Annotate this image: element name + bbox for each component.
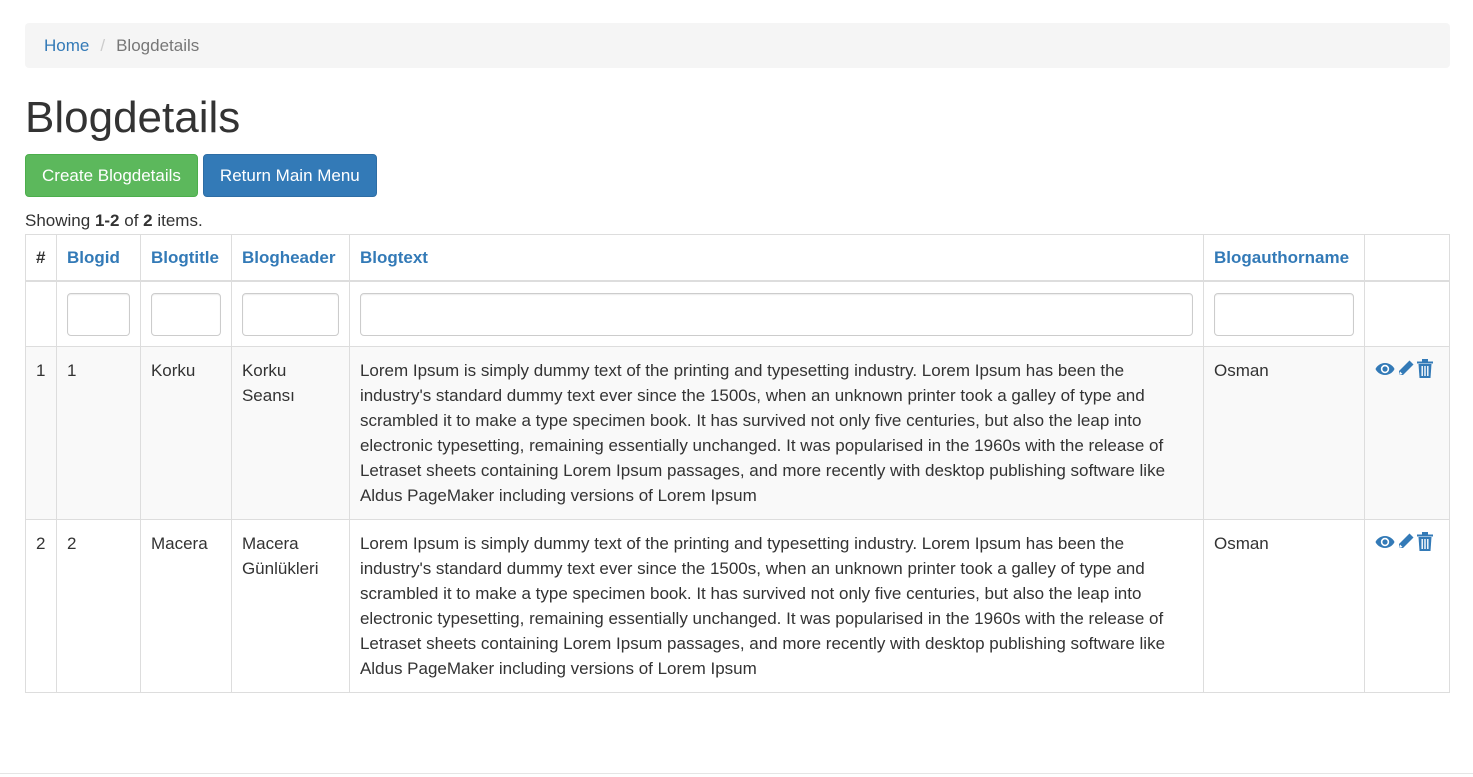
- header-blogid: Blogid: [55, 234, 141, 282]
- table-row: 2 2 Macera Macera Günlükleri Lorem Ipsum…: [25, 519, 1451, 693]
- header-blogheader: Blogheader: [230, 234, 350, 282]
- pencil-icon[interactable]: [1397, 359, 1415, 384]
- sort-blogauthorname-link[interactable]: Blogauthorname: [1214, 248, 1349, 267]
- action-buttons: Create Blogdetails Return Main Menu: [25, 154, 377, 197]
- header-blogauthorname: Blogauthorname: [1202, 234, 1365, 282]
- breadcrumb-home-link[interactable]: Home: [44, 36, 89, 56]
- cell-blogid: 2: [55, 519, 141, 693]
- header-blogtitle: Blogtitle: [139, 234, 232, 282]
- filter-row: [25, 280, 1451, 347]
- header-blogtext: Blogtext: [348, 234, 1204, 282]
- eye-icon[interactable]: [1375, 532, 1395, 557]
- table-row: 1 1 Korku Korku Seansı Lorem Ipsum is si…: [25, 346, 1451, 520]
- cell-blogtitle: Korku: [139, 346, 232, 520]
- summary-middle: of: [119, 211, 144, 230]
- pencil-icon[interactable]: [1397, 532, 1415, 557]
- cell-blogauthorname: Osman: [1202, 519, 1365, 693]
- sort-blogtitle-link[interactable]: Blogtitle: [151, 248, 219, 267]
- summary-total: 2: [143, 211, 153, 230]
- header-actions: [1363, 234, 1451, 282]
- filter-cell-blogheader: [230, 280, 350, 347]
- cell-index: 1: [25, 346, 57, 520]
- cell-blogauthorname: Osman: [1202, 346, 1365, 520]
- eye-icon[interactable]: [1375, 359, 1395, 384]
- blogdetails-grid: # Blogid Blogtitle Blogheader Blogtext B…: [25, 234, 1451, 693]
- filter-cell-blogtext: [348, 280, 1204, 347]
- header-index: #: [25, 234, 57, 282]
- filter-cell-blogtitle: [139, 280, 232, 347]
- sort-blogheader-link[interactable]: Blogheader: [242, 248, 336, 267]
- breadcrumb: Home / Blogdetails: [25, 23, 1450, 68]
- filter-cell-actions: [1363, 280, 1451, 347]
- page-container: Home / Blogdetails Blogdetails Create Bl…: [25, 23, 1451, 693]
- cell-blogid: 1: [55, 346, 141, 520]
- filter-blogid-input[interactable]: [66, 292, 130, 336]
- cell-actions: [1363, 519, 1451, 693]
- cell-blogtext: Lorem Ipsum is simply dummy text of the …: [348, 346, 1204, 520]
- cell-blogheader: Korku Seansı: [230, 346, 350, 520]
- cell-actions: [1363, 346, 1451, 520]
- return-main-menu-button[interactable]: Return Main Menu: [202, 154, 377, 197]
- filter-cell-index: [25, 280, 57, 347]
- items-summary: Showing 1-2 of 2 items.: [25, 211, 203, 231]
- trash-icon[interactable]: [1416, 531, 1433, 558]
- filter-blogauthorname-input[interactable]: [1213, 292, 1354, 336]
- summary-prefix: Showing: [25, 211, 95, 230]
- trash-icon[interactable]: [1416, 358, 1433, 385]
- filter-cell-blogauthorname: [1202, 280, 1365, 347]
- header-row: # Blogid Blogtitle Blogheader Blogtext B…: [25, 234, 1451, 282]
- footer-divider: [0, 773, 1473, 774]
- create-blogdetails-button[interactable]: Create Blogdetails: [25, 154, 198, 197]
- sort-blogid-link[interactable]: Blogid: [67, 248, 120, 267]
- filter-blogtext-input[interactable]: [359, 292, 1193, 336]
- cell-blogtitle: Macera: [139, 519, 232, 693]
- breadcrumb-separator: /: [100, 35, 106, 55]
- cell-blogtext: Lorem Ipsum is simply dummy text of the …: [348, 519, 1204, 693]
- breadcrumb-current: Blogdetails: [116, 35, 200, 55]
- sort-blogtext-link[interactable]: Blogtext: [360, 248, 428, 267]
- summary-range: 1-2: [94, 211, 120, 230]
- filter-cell-blogid: [55, 280, 141, 347]
- summary-suffix: items.: [152, 211, 203, 230]
- filter-blogtitle-input[interactable]: [150, 292, 221, 336]
- cell-blogheader: Macera Günlükleri: [230, 519, 350, 693]
- cell-index: 2: [25, 519, 57, 693]
- filter-blogheader-input[interactable]: [241, 292, 339, 336]
- page-title: Blogdetails: [25, 93, 241, 142]
